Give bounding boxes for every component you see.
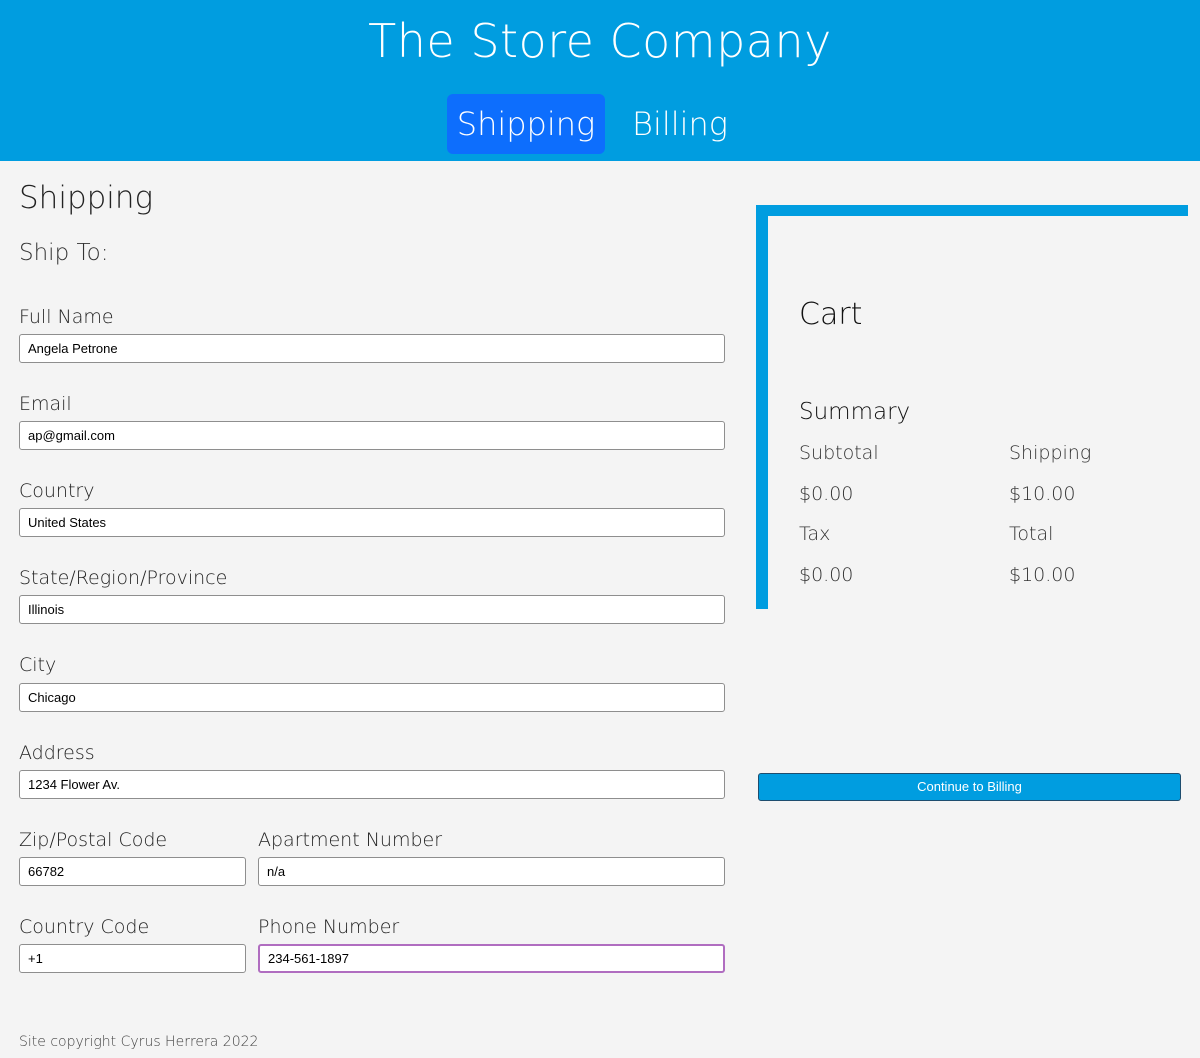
full-name-field[interactable] — [19, 334, 725, 363]
country-field[interactable] — [19, 508, 725, 537]
site-title: The Store Company — [368, 14, 832, 68]
total-value: $10.00 — [1009, 564, 1076, 586]
address-field[interactable] — [19, 770, 725, 799]
subtotal-value: $0.00 — [799, 483, 854, 505]
state-field[interactable] — [19, 595, 725, 624]
summary-title: Summary — [799, 399, 911, 425]
address-label: Address — [19, 742, 95, 764]
apartment-label: Apartment Number — [258, 829, 443, 851]
site-header: The Store Company Shipping Billing — [0, 0, 1200, 161]
continue-to-billing-button[interactable]: Continue to Billing — [758, 773, 1181, 801]
shipping-cost-value: $10.00 — [1009, 483, 1076, 505]
zip-field[interactable] — [19, 857, 246, 886]
footer-copyright: Site copyright Cyrus Herrera 2022 — [19, 1034, 259, 1050]
phone-field[interactable] — [258, 944, 725, 973]
city-label: City — [19, 654, 57, 676]
country-code-label: Country Code — [19, 916, 150, 938]
country-label: Country — [19, 480, 95, 502]
shipping-cost-label: Shipping — [1009, 442, 1092, 464]
zip-label: Zip/Postal Code — [19, 829, 168, 851]
full-name-label: Full Name — [19, 306, 114, 328]
city-field[interactable] — [19, 683, 725, 712]
tab-shipping[interactable]: Shipping — [447, 94, 605, 154]
tax-label: Tax — [799, 523, 831, 545]
subtotal-label: Subtotal — [799, 442, 879, 464]
ship-to-heading: Ship To: — [19, 240, 109, 266]
phone-label: Phone Number — [258, 916, 400, 938]
email-field[interactable] — [19, 421, 725, 450]
country-code-field[interactable] — [19, 944, 246, 973]
cart-title: Cart — [799, 297, 863, 332]
page-title: Shipping — [19, 180, 154, 216]
state-label: State/Region/Province — [19, 567, 228, 589]
total-label: Total — [1009, 523, 1054, 545]
email-label: Email — [19, 393, 72, 415]
apartment-field[interactable] — [258, 857, 725, 886]
tab-billing[interactable]: Billing — [622, 94, 738, 154]
tax-value: $0.00 — [799, 564, 854, 586]
